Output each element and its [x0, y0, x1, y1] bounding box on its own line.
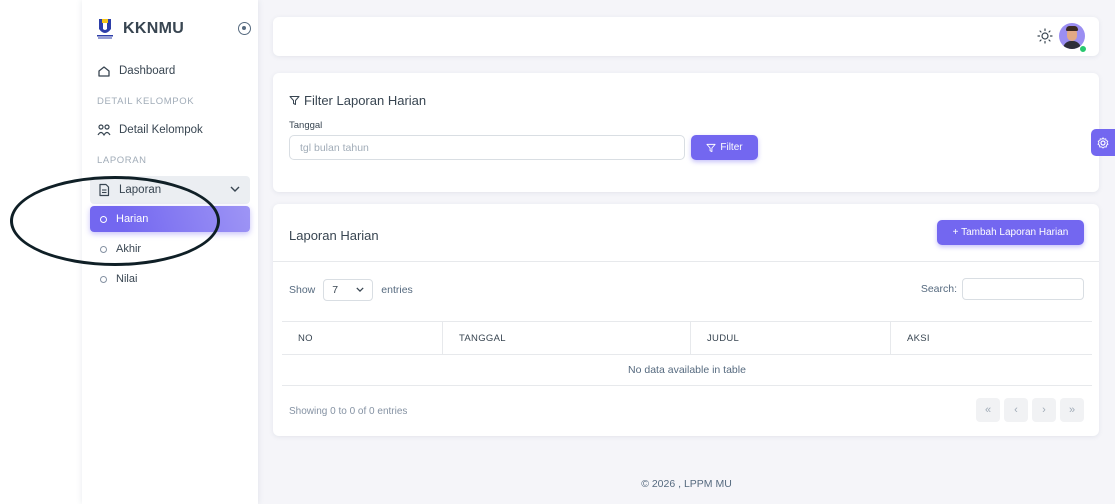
sidebar-item-laporan[interactable]: Laporan	[90, 176, 250, 204]
date-label: Tanggal	[289, 120, 323, 131]
sun-icon[interactable]	[1037, 28, 1053, 44]
column-header-no[interactable]: NO	[282, 322, 442, 355]
sidebar-toggle-icon[interactable]	[238, 22, 251, 35]
sidebar-subitem-akhir[interactable]: Akhir	[90, 236, 250, 262]
entries-value: 7	[332, 284, 339, 296]
sidebar: KKNMU Dashboard DETAIL KELOMPOK Detail K…	[82, 0, 258, 504]
filter-button[interactable]: Filter	[691, 135, 758, 160]
filter-title: Filter Laporan Harian	[289, 93, 426, 108]
entries-length-control: Show 7 entries	[289, 279, 413, 301]
column-header-aksi[interactable]: AKSI	[890, 322, 1092, 355]
sidebar-subitem-label: Akhir	[116, 243, 142, 255]
sidebar-item-dashboard[interactable]: Dashboard	[90, 57, 250, 85]
theme-customizer-button[interactable]	[1091, 129, 1115, 156]
column-header-judul[interactable]: JUDUL	[690, 322, 890, 355]
circle-icon	[100, 275, 107, 283]
sidebar-item-detail-kelompok[interactable]: Detail Kelompok	[90, 116, 250, 144]
menu-header-detail-kelompok: DETAIL KELOMPOK	[97, 96, 195, 107]
home-icon	[97, 64, 111, 78]
filter-icon	[289, 96, 300, 105]
column-header-tanggal[interactable]: TANGGAL	[442, 322, 690, 355]
show-label: Show	[289, 284, 316, 296]
table-header-row: NO TANGGAL JUDUL AKSI	[282, 321, 1092, 355]
pagination-first-button[interactable]: «	[976, 398, 1000, 422]
brand-name: KKNMU	[123, 20, 185, 37]
chevron-down-icon	[356, 287, 364, 292]
search-label: Search:	[920, 283, 957, 295]
kknmu-logo-icon	[97, 19, 113, 39]
sidebar-subitem-nilai[interactable]: Nilai	[90, 266, 250, 292]
laporan-table-card: Laporan Harian + Tambah Laporan Harian S…	[273, 204, 1099, 436]
sidebar-subitem-harian[interactable]: Harian	[90, 206, 250, 232]
pagination-prev-button[interactable]: ‹	[1004, 398, 1028, 422]
sidebar-item-label: Detail Kelompok	[119, 124, 203, 136]
sidebar-item-label: Dashboard	[119, 65, 176, 77]
filter-button-label: Filter	[720, 142, 743, 153]
chevron-down-icon	[230, 186, 240, 192]
online-status-dot	[1079, 45, 1087, 53]
circle-icon	[100, 215, 107, 223]
table-info: Showing 0 to 0 of 0 entries	[289, 406, 408, 417]
file-text-icon	[97, 183, 111, 197]
add-laporan-button[interactable]: + Tambah Laporan Harian	[937, 220, 1084, 245]
footer: © 2026 , LPPM MU	[641, 478, 732, 490]
filter-title-text: Filter Laporan Harian	[304, 93, 427, 108]
table-search: Search:	[921, 278, 1084, 300]
users-group-icon	[97, 123, 111, 137]
top-navbar	[273, 17, 1099, 56]
gear-icon	[1097, 136, 1109, 148]
sidebar-subitem-label: Nilai	[116, 273, 138, 285]
filter-icon	[706, 143, 716, 153]
table-title: Laporan Harian	[289, 228, 379, 243]
data-table: NO TANGGAL JUDUL AKSI No data available …	[282, 321, 1092, 386]
pagination: « ‹ › »	[976, 398, 1084, 422]
table-empty-row: No data available in table	[282, 355, 1092, 386]
search-input[interactable]	[962, 278, 1084, 300]
pagination-next-button[interactable]: ›	[1032, 398, 1056, 422]
pagination-last-button[interactable]: »	[1060, 398, 1084, 422]
sidebar-item-label: Laporan	[119, 184, 162, 196]
filter-card: Filter Laporan Harian Tanggal Filter	[273, 73, 1099, 192]
entries-label: entries	[381, 284, 413, 296]
brand[interactable]: KKNMU	[96, 16, 251, 42]
sidebar-subitem-label: Harian	[116, 213, 149, 225]
date-input[interactable]	[289, 135, 685, 160]
divider	[273, 261, 1099, 262]
circle-icon	[100, 245, 107, 253]
menu-header-laporan: LAPORAN	[97, 155, 147, 166]
entries-select[interactable]: 7	[323, 279, 374, 301]
